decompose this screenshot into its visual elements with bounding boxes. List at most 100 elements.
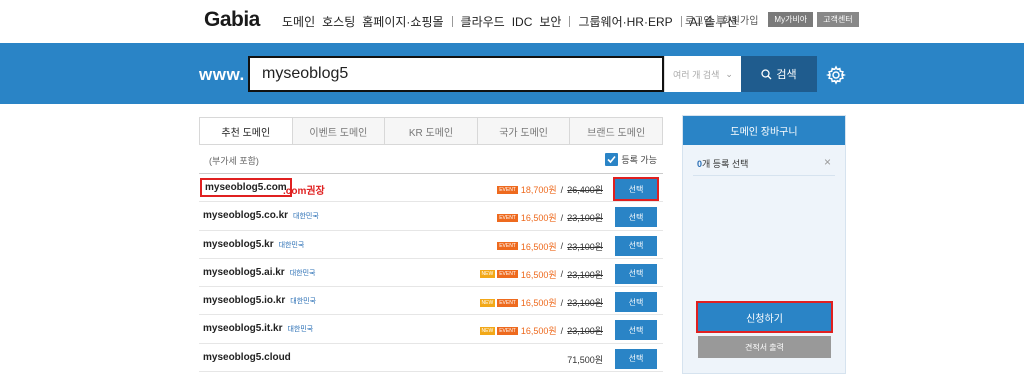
event-badge: EVENT <box>497 270 518 279</box>
tab-domain-category[interactable]: 이벤트 도메인 <box>291 118 385 144</box>
list-subheader: (부가세 포함) 등록 가능 <box>199 148 663 172</box>
original-price: 23,100원 <box>567 213 603 224</box>
search-button[interactable]: 검색 <box>741 56 817 92</box>
gabia-logo[interactable]: Gabia <box>204 8 260 32</box>
close-icon[interactable]: × <box>824 155 831 169</box>
checkbox-checked-icon <box>605 153 619 166</box>
main-menu: 도메인 호스팅 홈페이지·쇼핑몰 클라우드 IDC 보안 그룹웨어·HR·ERP AI 솔루션 <box>282 13 744 30</box>
domain-name-text: myseoblog5.io.kr <box>203 295 286 307</box>
domain-name: myseoblog5.kr 대한민국 <box>203 239 304 250</box>
www-prefix: www. <box>199 65 245 84</box>
domain-row: myseoblog5.ai.kr 대한민국 NEW EVENT 16,500원/23,1… <box>199 259 663 288</box>
tab-domain-category[interactable]: 추천 도메인 <box>200 118 292 144</box>
menu-item[interactable]: 보안 <box>539 13 561 30</box>
sale-price: 16,500원 <box>520 269 557 280</box>
select-domain-button[interactable]: 선택 <box>615 348 657 369</box>
domain-region: 대한민국 <box>289 269 316 277</box>
domain-search-box <box>248 56 664 92</box>
domain-name: myseoblog5.io.kr 대한민국 <box>203 295 316 306</box>
domain-search-input[interactable] <box>250 58 662 90</box>
tab-domain-category[interactable]: 브랜드 도메인 <box>569 118 662 144</box>
select-domain-button[interactable]: 선택 <box>615 263 657 284</box>
domain-region: 대한민국 <box>278 241 305 249</box>
price-separator: / <box>560 297 564 308</box>
domain-region: 대한민국 <box>290 298 317 306</box>
apply-button[interactable]: 신청하기 <box>696 301 833 333</box>
available-only-checkbox[interactable]: 등록 가능 <box>605 153 657 166</box>
domain-price: EVENT 16,500원/23,100원 <box>495 211 603 224</box>
event-badge: EVENT <box>497 185 518 194</box>
menu-divider <box>569 16 571 27</box>
domain-name: myseoblog5.ai.kr 대한민국 <box>203 267 315 278</box>
signup-link[interactable]: 회원가입 <box>722 12 759 27</box>
gear-icon <box>825 65 847 85</box>
menu-item[interactable]: IDC <box>512 15 533 29</box>
menu-item[interactable]: 홈페이지·쇼핑몰 <box>362 13 443 30</box>
sale-price: 16,500원 <box>520 298 557 309</box>
vat-note: (부가세 포함) <box>209 156 259 166</box>
domain-name-text: myseoblog5.com <box>205 182 287 193</box>
multi-search-dropdown[interactable]: 여러 개 검색 ⌄ <box>664 56 741 92</box>
event-badge: EVENT <box>497 213 518 222</box>
select-domain-button[interactable]: 선택 <box>615 292 657 313</box>
domain-region: 대한민국 <box>287 326 314 334</box>
top-nav: Gabia 도메인 호스팅 홈페이지·쇼핑몰 클라우드 IDC 보안 그룹웨어·HR·ERP… <box>0 0 1024 43</box>
select-domain-button[interactable]: 선택 <box>615 320 657 341</box>
regular-price: 71,500원 <box>567 354 603 365</box>
domain-name: myseoblog5.co.kr 대한민국 <box>203 210 319 221</box>
mygabia-button[interactable]: My가비아 <box>768 12 814 27</box>
sale-price: 16,500원 <box>520 241 557 252</box>
original-price: 23,100원 <box>567 298 603 309</box>
domain-row: myseoblog5.io.kr 대한민국 NEW EVENT 16,500원/23,1… <box>199 287 663 316</box>
domain-row: myseoblog5.kr 대한민국 EVENT 16,500원/23,100원 선택 <box>199 231 663 259</box>
domain-row: myseoblog5.com .com권장 EVENT 18,700원/26,400원… <box>199 174 663 203</box>
domain-name-text: myseoblog5.ai.kr <box>203 266 285 278</box>
domain-name: myseoblog5.cloud <box>203 352 291 363</box>
domain-price: 71,500원 <box>567 353 603 366</box>
domain-price: EVENT 16,500원/23,100원 <box>495 240 603 253</box>
domain-cart: 도메인 장바구니 0개 등록 선택 × 신청하기 견적서 출력 <box>682 115 846 374</box>
domain-name-text: myseoblog5.kr <box>203 238 274 250</box>
tab-domain-category[interactable]: KR 도메인 <box>384 118 477 144</box>
domain-name-text: myseoblog5.co.kr <box>203 210 289 222</box>
select-domain-button[interactable]: 선택 <box>615 207 657 228</box>
tab-domain-category[interactable]: 국가 도메인 <box>476 118 570 144</box>
price-separator: / <box>560 325 564 336</box>
domain-row: myseoblog5.co.kr 대한민국 EVENT 16,500원/23,100원… <box>199 202 663 231</box>
menu-item[interactable]: 도메인 <box>282 13 315 30</box>
event-badge: EVENT <box>497 242 518 251</box>
cart-count-label: 개 등록 선택 <box>702 159 749 169</box>
recommend-note: .com권장 <box>283 186 325 197</box>
menu-item[interactable]: 클라우드 <box>461 13 505 30</box>
original-price: 26,400원 <box>567 185 603 195</box>
domain-row: myseoblog5.it.kr 대한민국 NEW EVENT 16,500원/23,1… <box>199 315 663 344</box>
menu-item[interactable]: 호스팅 <box>322 13 355 30</box>
domain-name-text: myseoblog5.cloud <box>203 351 291 363</box>
menu-divider <box>451 16 453 27</box>
domain-price: NEW EVENT 16,500원/23,100원 <box>478 324 603 337</box>
new-badge: NEW <box>479 298 496 307</box>
cart-divider <box>693 175 835 176</box>
support-button[interactable]: 고객센터 <box>817 12 859 27</box>
select-domain-button[interactable]: 선택 <box>615 235 657 256</box>
domain-name: myseoblog5.it.kr 대한민국 <box>203 323 313 334</box>
sale-price: 16,500원 <box>520 326 557 337</box>
domain-price: NEW EVENT 16,500원/23,100원 <box>478 296 603 309</box>
original-price: 23,100원 <box>567 326 603 337</box>
chevron-down-icon: ⌄ <box>725 68 733 79</box>
cart-count: 0개 등록 선택 <box>697 157 748 170</box>
select-domain-button[interactable]: 선택 <box>613 177 659 201</box>
event-badge: EVENT <box>497 326 518 335</box>
search-button-label: 검색 <box>776 69 797 81</box>
login-link[interactable]: 로그인 <box>685 12 713 27</box>
available-only-label: 등록 가능 <box>621 155 657 165</box>
original-price: 23,100원 <box>567 241 603 252</box>
cart-title: 도메인 장바구니 <box>683 116 845 145</box>
util-divider <box>716 15 718 24</box>
print-quote-button[interactable]: 견적서 출력 <box>698 336 831 358</box>
menu-item[interactable]: 그룹웨어·HR·ERP <box>578 13 672 30</box>
original-price: 23,100원 <box>567 269 603 280</box>
domain-region: 대한민국 <box>293 213 319 221</box>
price-separator: / <box>560 241 564 252</box>
settings-button[interactable] <box>825 65 847 85</box>
